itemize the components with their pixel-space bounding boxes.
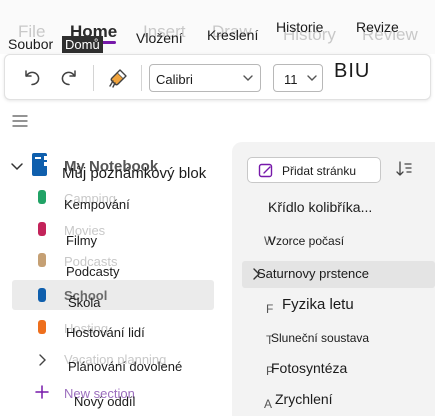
- section-podcasts[interactable]: Podcasty: [66, 264, 119, 279]
- new-section-button[interactable]: Nový oddíl: [74, 394, 135, 409]
- page-item[interactable]: Fotosyntéza: [271, 360, 347, 376]
- format-painter-button[interactable]: [105, 65, 131, 91]
- tab-file[interactable]: Soubor: [8, 36, 53, 52]
- tab-draw[interactable]: Kreslení: [207, 27, 258, 43]
- hamburger-menu-icon[interactable]: [12, 114, 28, 128]
- section-movies[interactable]: Filmy: [66, 233, 97, 248]
- section-vacation-planning[interactable]: Plánování dovolené: [68, 359, 182, 374]
- section-camping[interactable]: Kempování: [64, 197, 130, 212]
- redo-icon: [61, 70, 76, 86]
- tab-home[interactable]: Domů: [62, 36, 103, 53]
- section-color-tab: [38, 190, 46, 204]
- tab-history[interactable]: Historie: [276, 19, 323, 35]
- section-color-tab: [38, 320, 46, 334]
- section-color-tab: [38, 253, 46, 267]
- bold-italic-underline-buttons[interactable]: BIU: [334, 60, 370, 83]
- font-name-value: Calibri: [156, 72, 193, 87]
- add-page-button[interactable]: Přidat stránku: [247, 157, 381, 183]
- page-item[interactable]: Fyzika letu: [282, 296, 354, 313]
- add-page-label: Přidat stránku: [282, 164, 357, 178]
- ribbon-toolbar: Calibri 11 BIU: [4, 54, 431, 100]
- section-hosting[interactable]: Hostování lidí: [66, 325, 145, 340]
- chevron-down-icon[interactable]: [10, 161, 24, 173]
- tab-insert[interactable]: Vložení: [136, 30, 183, 46]
- toolbar-divider: [93, 65, 94, 91]
- page-item[interactable]: Křídlo kolibříka...: [268, 199, 372, 215]
- chevron-right-icon[interactable]: [36, 353, 48, 367]
- undo-icon: [25, 70, 40, 86]
- sort-icon[interactable]: [395, 160, 413, 178]
- font-size-combo[interactable]: 11: [273, 64, 323, 92]
- font-name-combo[interactable]: Calibri: [149, 64, 261, 92]
- undo-button[interactable]: [19, 65, 45, 91]
- chevron-down-icon[interactable]: [306, 71, 318, 85]
- page-item[interactable]: Sluneční soustava: [271, 331, 369, 345]
- section-color-tab: [38, 222, 46, 236]
- page-ghost: F: [266, 302, 274, 316]
- chevron-down-icon[interactable]: [242, 71, 254, 85]
- page-ghost: A: [264, 397, 273, 411]
- notebook-name[interactable]: Můj poznámkový blok: [62, 165, 206, 182]
- section-school[interactable]: Škola: [68, 295, 101, 310]
- toolbar-divider: [141, 65, 142, 91]
- redo-button[interactable]: [56, 65, 82, 91]
- add-page-icon: [258, 163, 273, 178]
- tab-review[interactable]: Revize: [356, 19, 399, 35]
- section-color-tab: [38, 288, 46, 302]
- font-size-value: 11: [284, 72, 298, 87]
- plus-icon[interactable]: [35, 385, 49, 399]
- notebook-icon: [32, 153, 48, 176]
- format-painter-icon: [109, 69, 127, 88]
- page-item[interactable]: Vzorce počasí: [268, 234, 344, 248]
- page-item[interactable]: Saturnovy prstence: [257, 266, 369, 281]
- page-item[interactable]: Zrychlení: [275, 391, 333, 407]
